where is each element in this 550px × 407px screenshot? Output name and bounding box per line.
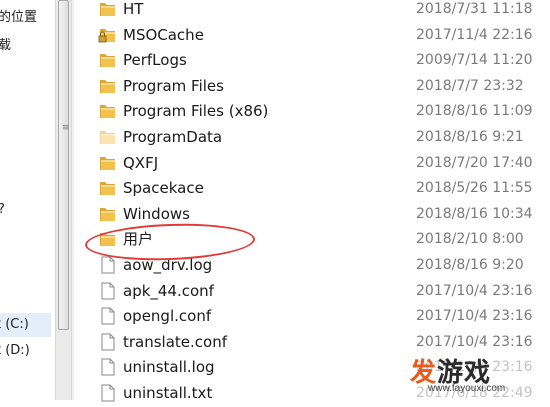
watermark: 发游戏 www.fayouxi.com — [340, 350, 550, 400]
grip-icon: ≡ — [62, 123, 70, 133]
file-row[interactable]: apk_44.conf 2017/10/4 23:16 — [74, 278, 550, 304]
navigation-pane: 的位置 载 ? t (C:) t (D:) — [0, 0, 55, 400]
date-modified: 2018/7/7 23:32 — [416, 77, 524, 94]
date-modified: 2018/8/16 9:20 — [416, 257, 524, 273]
date-modified: 2018/8/16 10:34 — [416, 205, 533, 222]
folder-icon — [98, 76, 118, 96]
date-modified: 2018/7/31 11:18 — [416, 1, 533, 17]
folder-icon — [98, 101, 118, 121]
date-modified: 2017/10/4 23:16 — [416, 282, 533, 299]
nav-item-partial[interactable]: ? — [0, 202, 5, 217]
folder-icon — [98, 204, 118, 224]
date-modified: 2018/7/20 17:40 — [416, 154, 533, 171]
file-name: PerfLogs — [123, 51, 187, 70]
nav-item-drive-c[interactable]: t (C:) — [0, 313, 51, 337]
date-modified: 2018/8/16 11:09 — [416, 103, 533, 120]
folder-icon — [98, 50, 118, 70]
nav-item-drive-d[interactable]: t (D:) — [0, 343, 30, 358]
folder-icon — [98, 178, 118, 198]
file-name: Program Files (x86) — [123, 102, 269, 121]
file-name: uninstall.txt — [123, 384, 213, 402]
file-row[interactable]: opengl.conf 2017/10/4 23:16 — [74, 303, 550, 329]
scrollbar-thumb[interactable]: ≡ — [58, 0, 70, 330]
date-modified: 2018/5/26 11:55 — [416, 180, 533, 197]
document-icon — [98, 306, 118, 326]
file-name: Windows — [123, 204, 190, 223]
file-name: uninstall.log — [123, 358, 215, 377]
file-name: QXFJ — [123, 153, 159, 172]
document-icon — [98, 383, 118, 403]
file-name: MSOCache — [123, 25, 204, 44]
date-modified: 2017/10/4 23:16 — [416, 308, 533, 325]
folder-row[interactable]: MSOCache 2017/11/4 22:16 — [74, 22, 550, 48]
file-name: ProgramData — [123, 128, 223, 146]
document-icon — [98, 357, 118, 377]
folder-row[interactable]: Spacekace 2018/5/26 11:55 — [74, 175, 550, 201]
file-name: HT — [123, 0, 144, 18]
date-modified: 2017/11/4 22:16 — [416, 26, 533, 43]
date-modified: 2017/10/4 23:16 — [416, 333, 533, 350]
folder-row[interactable]: HT 2018/7/31 11:18 — [74, 0, 550, 22]
folder-icon — [98, 153, 118, 173]
document-icon — [98, 255, 118, 275]
folder-icon — [98, 0, 118, 19]
file-name: Spacekace — [123, 179, 204, 198]
navigation-scrollbar[interactable]: ≡ — [55, 0, 72, 400]
watermark-url: www.fayouxi.com — [428, 383, 506, 394]
folder-row[interactable]: ProgramData 2018/8/16 9:21 — [74, 124, 550, 150]
nav-item-downloads[interactable]: 载 — [0, 34, 11, 53]
date-modified: 2018/8/16 9:21 — [416, 129, 524, 145]
document-icon — [98, 332, 118, 352]
folder-row[interactable]: PerfLogs 2009/7/14 11:20 — [74, 47, 550, 73]
locked-folder-icon — [98, 25, 118, 45]
document-icon — [98, 281, 118, 301]
file-name: translate.conf — [123, 332, 228, 351]
nav-item-recent-places[interactable]: 的位置 — [0, 6, 37, 25]
file-list: HT 2018/7/31 11:18 MSOCache 2017/11/4 22:16… — [74, 0, 550, 403]
file-name: opengl.conf — [123, 307, 212, 326]
folder-row[interactable]: QXFJ 2018/7/20 17:40 — [74, 150, 550, 176]
date-modified: 2018/2/10 8:00 — [416, 231, 524, 248]
folder-row[interactable]: Program Files (x86) 2018/8/16 11:09 — [74, 98, 550, 124]
file-name: Program Files — [123, 76, 224, 95]
folder-row[interactable]: Windows 2018/8/16 10:34 — [74, 201, 550, 227]
date-modified: 2009/7/14 11:20 — [416, 52, 533, 69]
folder-icon — [98, 127, 118, 147]
file-name: apk_44.conf — [123, 281, 214, 300]
folder-row[interactable]: Program Files 2018/7/7 23:32 — [74, 73, 550, 99]
